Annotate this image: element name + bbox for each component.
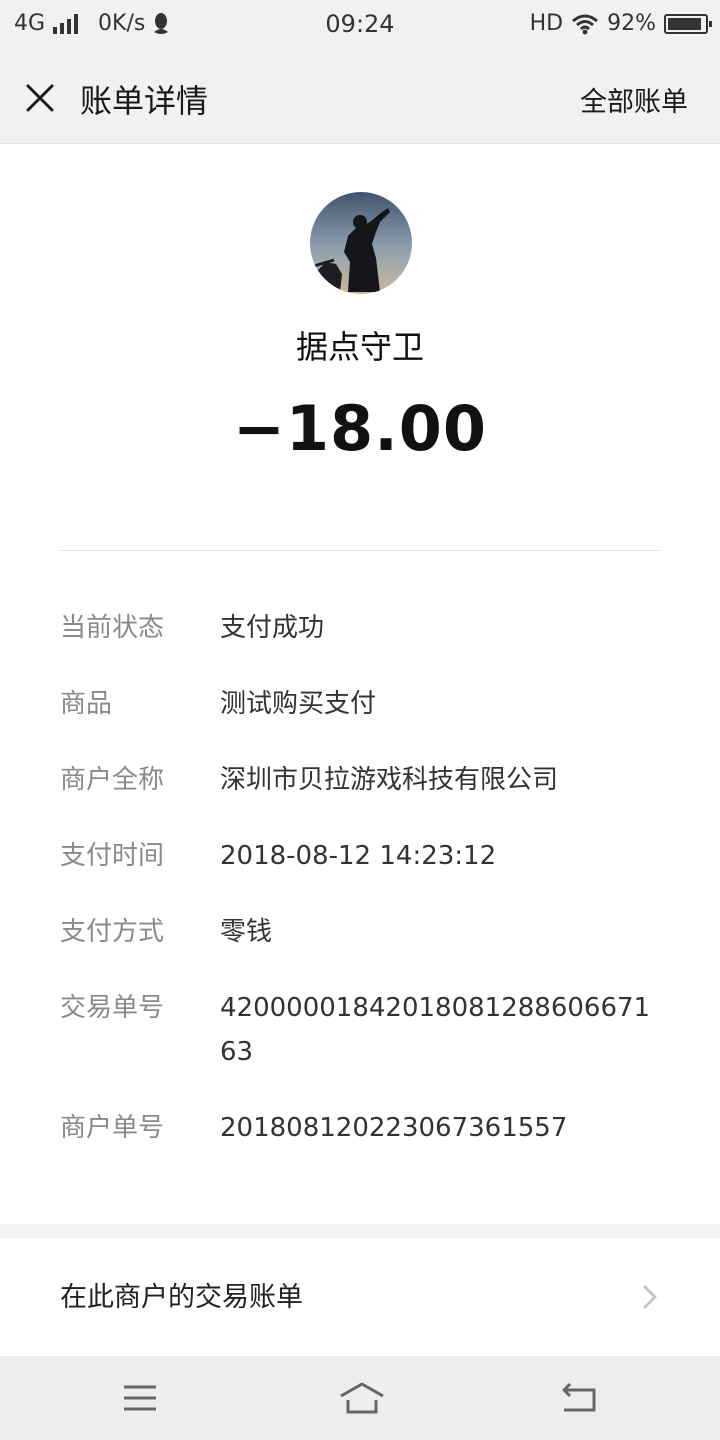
wifi-icon (572, 14, 599, 34)
detail-label: 交易单号 (60, 993, 165, 1023)
detail-label: 支付时间 (60, 841, 165, 871)
soldier-silhouette-image (310, 192, 412, 294)
detail-value: 201808120223067361557 (220, 1113, 568, 1143)
detail-label: 当前状态 (60, 613, 165, 643)
detail-row-product: 商品 测试购买支付 (60, 682, 660, 726)
detail-row-pay-method: 支付方式 零钱 (60, 910, 660, 954)
battery-percent: 92% (607, 11, 656, 36)
detail-label: 商品 (60, 689, 113, 719)
payment-amount: −18.00 (232, 392, 488, 465)
detail-label: 支付方式 (60, 917, 165, 947)
detail-value: 2018-08-12 14:23:12 (220, 841, 497, 871)
close-icon[interactable] (22, 80, 58, 116)
detail-value: 深圳市贝拉游戏科技有限公司 (220, 765, 559, 795)
menu-icon[interactable] (120, 1378, 160, 1418)
detail-row-status: 当前状态 支付成功 (60, 606, 660, 650)
detail-label: 商户全称 (60, 765, 165, 795)
detail-row-pay-time: 支付时间 2018-08-12 14:23:12 (60, 834, 660, 878)
back-icon[interactable] (558, 1378, 598, 1418)
section-separator (0, 1224, 720, 1238)
detail-row-merchant-order-id: 商户单号 201808120223067361557 (60, 1106, 660, 1150)
chevron-right-icon (643, 1285, 657, 1309)
detail-value: 420000018420180812886066716​3 (220, 993, 651, 1067)
divider (60, 550, 660, 551)
detail-row-merchant-fullname: 商户全称 深圳市贝拉游戏科技有限公司 (60, 758, 660, 802)
detail-value: 零钱 (220, 917, 273, 947)
merchant-bills-link[interactable]: 在此商户的交易账单 (0, 1238, 720, 1356)
merchant-bills-label: 在此商户的交易账单 (60, 1282, 303, 1313)
merchant-avatar (310, 192, 412, 294)
page-title: 账单详情 (80, 82, 209, 120)
hd-indicator: HD (529, 11, 564, 36)
merchant-name: 据点守卫 (295, 328, 424, 366)
system-nav-bar (0, 1356, 720, 1440)
status-bar: 4G 0K/s 09:24 HD 92% (0, 0, 720, 50)
battery-icon (664, 13, 712, 34)
bill-details: 当前状态 支付成功 商品 测试购买支付 商户全称 深圳市贝拉游戏科技有限公司 支… (60, 606, 660, 1182)
detail-label: 商户单号 (60, 1113, 165, 1143)
detail-row-transaction-id: 交易单号 420000018420180812886066716​3 (60, 986, 660, 1074)
detail-value: 测试购买支付 (220, 689, 377, 719)
nav-bar: 账单详情 全部账单 (0, 50, 720, 144)
all-bills-link[interactable]: 全部账单 (580, 80, 688, 119)
home-icon[interactable] (338, 1378, 386, 1418)
detail-value: 支付成功 (220, 613, 325, 643)
